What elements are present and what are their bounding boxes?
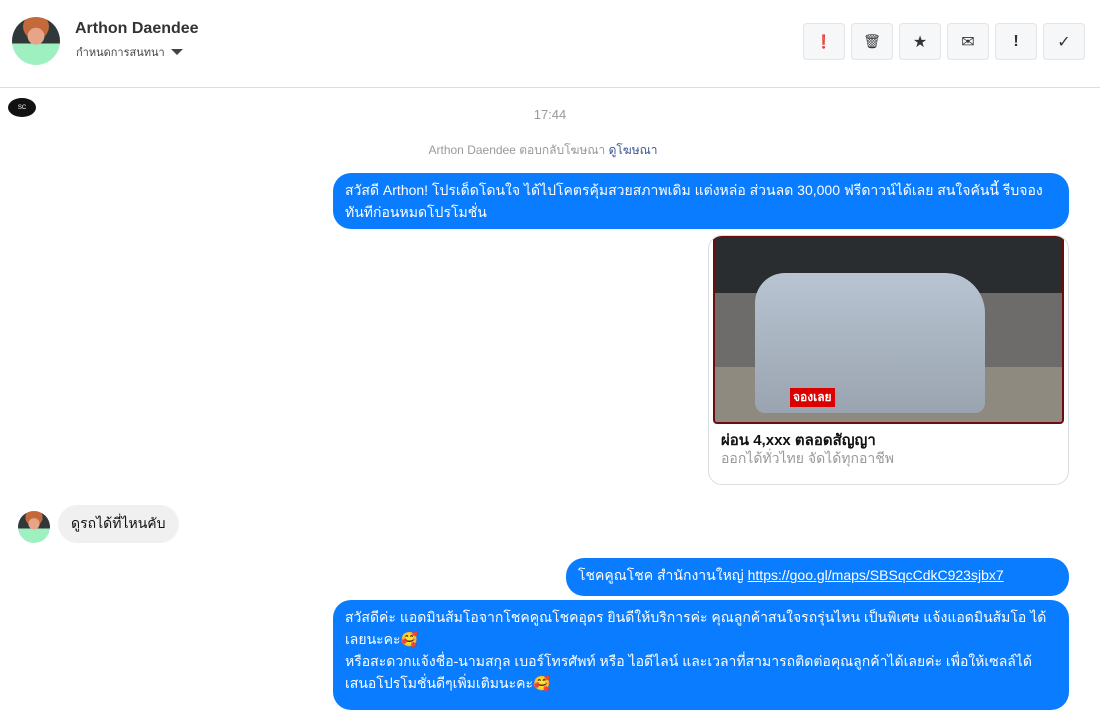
important-button[interactable]: ! bbox=[995, 23, 1037, 60]
alert-circle-icon: ❗ bbox=[815, 33, 833, 49]
star-icon: ★ bbox=[912, 33, 928, 51]
conversation-settings-dropdown[interactable]: กำหนดการสนทนา bbox=[76, 43, 183, 61]
ad-card[interactable]: จองเลย ผ่อน 4,xxx ตลอดสัญญา ออกได้ทั่วไท… bbox=[708, 235, 1069, 485]
view-ad-link[interactable]: ดูโฆษณา bbox=[609, 143, 658, 157]
sender-avatar bbox=[18, 511, 50, 543]
message-text: โชคคูณโชค สำนักงานใหญ่ bbox=[578, 567, 748, 583]
message-line: สวัสดีค่ะ แอดมินส้มโอจากโชคคูณโชคอุดร ยิ… bbox=[345, 609, 1047, 647]
contact-avatar[interactable] bbox=[12, 17, 60, 65]
delete-button[interactable]: 🗑 bbox=[851, 23, 893, 60]
report-button[interactable]: ❗ bbox=[803, 23, 845, 60]
mark-unread-button[interactable]: ✉ bbox=[947, 23, 989, 60]
contact-name: Arthon Daendee bbox=[75, 20, 199, 37]
card-subtitle: ออกได้ทั่วไทย จัดได้ทุกอาชีพ bbox=[721, 450, 895, 466]
notice-text: Arthon Daendee ตอบกลับโฆษณา bbox=[428, 143, 606, 157]
dropdown-label: กำหนดการสนทนา bbox=[76, 47, 165, 59]
star-button[interactable]: ★ bbox=[899, 23, 941, 60]
image-tag: จองเลย bbox=[790, 388, 835, 407]
mark-done-button[interactable]: ✓ bbox=[1043, 23, 1085, 60]
message-line: หรือสะดวกแจ้งชื่อ-นามสกุล เบอร์โทรศัพท์ … bbox=[345, 653, 1032, 691]
check-icon: ✓ bbox=[1057, 33, 1071, 51]
envelope-icon: ✉ bbox=[961, 33, 975, 51]
maps-link[interactable]: https://goo.gl/maps/SBSqcCdkC923sjbx7 bbox=[748, 567, 1004, 583]
outgoing-message: สวัสดี Arthon! โปรเด็ดโดนใจ ได้ไปโคตรคุ้… bbox=[333, 173, 1069, 229]
outgoing-message: โชคคูณโชค สำนักงานใหญ่ https://goo.gl/ma… bbox=[566, 558, 1069, 596]
trash-icon: 🗑 bbox=[863, 33, 881, 49]
message-timestamp: 17:44 bbox=[533, 107, 567, 122]
outgoing-message: สวัสดีค่ะ แอดมินส้มโอจากโชคคูณโชคอุดร ยิ… bbox=[333, 600, 1069, 710]
exclamation-icon: ! bbox=[1013, 32, 1019, 50]
caret-down-icon bbox=[170, 49, 183, 55]
incoming-message: ดูรถได้ที่ไหนคับ bbox=[58, 505, 179, 543]
car-image: จองเลย bbox=[713, 236, 1064, 424]
ad-reply-notice: Arthon Daendee ตอบกลับโฆษณา ดูโฆษณา bbox=[0, 141, 1086, 160]
conversation-header: Arthon Daendee กำหนดการสนทนา ❗ 🗑 ★ ✉ ! ✓ bbox=[0, 0, 1100, 88]
